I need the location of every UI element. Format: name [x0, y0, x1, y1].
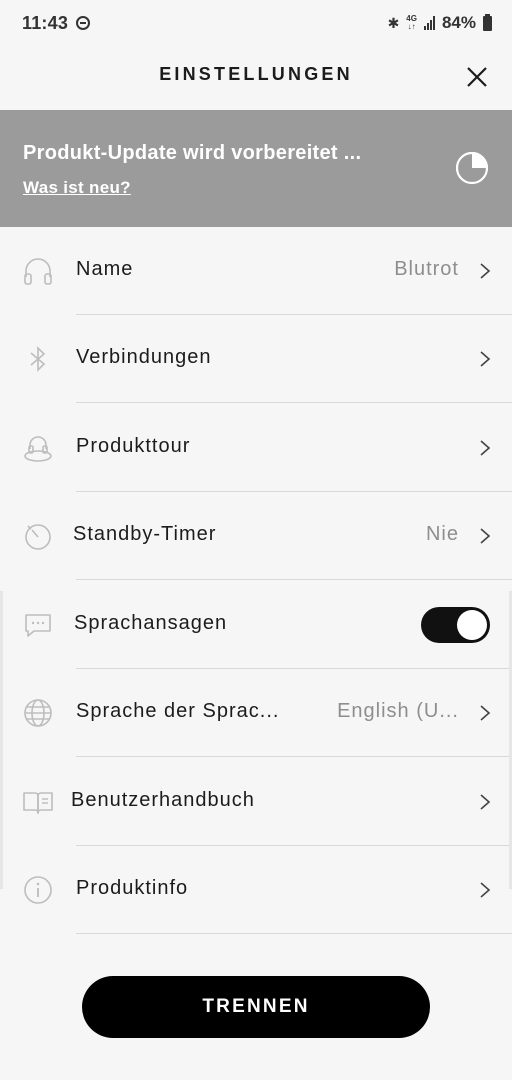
settings-item-label: Verbindungen — [76, 346, 212, 368]
divider — [76, 933, 512, 934]
status-time: 11:43 — [22, 13, 69, 33]
battery-percent: 84% — [441, 13, 476, 32]
settings-item-value: Nie — [425, 523, 459, 545]
network-type-label: 4G — [406, 14, 417, 23]
settings-item-product-tour[interactable]: Produkttour — [0, 404, 512, 492]
app-header: EINSTELLUNGEN — [0, 48, 512, 110]
status-bar: 11:43 ✱ 4G ↓↑ 84% — [0, 0, 512, 48]
settings-item-prompt-language[interactable]: Sprache der Sprac... English (U... — [0, 669, 512, 757]
disconnect-button[interactable]: TRENNEN — [82, 976, 430, 1038]
chevron-right-icon — [480, 705, 491, 721]
settings-item-name[interactable]: Name Blutrot — [0, 227, 512, 315]
chevron-right-icon — [480, 794, 491, 810]
settings-item-label: Name — [76, 258, 134, 280]
chevron-right-icon — [480, 882, 491, 898]
headphones-icon — [24, 258, 52, 285]
speech-bubble-icon — [25, 614, 51, 637]
whats-new-link[interactable]: Was ist neu? — [23, 178, 131, 198]
chevron-right-icon — [480, 263, 491, 279]
chevron-right-icon — [480, 440, 491, 456]
product-tour-icon — [24, 436, 52, 462]
battery-icon — [483, 13, 492, 31]
settings-item-standby-timer[interactable]: Standby-Timer Nie — [0, 492, 512, 580]
settings-item-value: Blutrot — [394, 258, 459, 280]
settings-item-label: Standby-Timer — [73, 523, 217, 545]
divider — [76, 579, 512, 580]
update-banner-title: Produkt-Update wird vorbereitet ... — [23, 142, 362, 164]
status-icons: ✱ 4G ↓↑ 84% — [388, 13, 492, 33]
settings-item-user-manual[interactable]: Benutzerhandbuch — [0, 758, 512, 846]
network-type: 4G ↓↑ — [406, 14, 417, 31]
settings-item-product-info[interactable]: Produktinfo — [0, 846, 512, 934]
page-title: EINSTELLUNGEN — [159, 64, 353, 84]
settings-item-label: Sprachansagen — [74, 612, 228, 634]
bluetooth-status-icon: ✱ — [387, 14, 400, 31]
info-icon — [24, 876, 52, 904]
settings-item-label: Produktinfo — [76, 877, 189, 899]
globe-icon — [24, 699, 52, 727]
divider — [76, 756, 512, 757]
update-progress-icon — [455, 151, 489, 185]
signal-icon — [423, 16, 435, 30]
settings-item-value: English (U... — [337, 700, 459, 722]
divider — [76, 402, 512, 403]
chevron-right-icon — [480, 351, 491, 367]
voice-prompts-toggle[interactable] — [421, 607, 490, 643]
chevron-right-icon — [480, 528, 491, 544]
do-not-disturb-icon — [76, 16, 90, 30]
timer-icon — [25, 524, 51, 550]
settings-item-label: Benutzerhandbuch — [71, 789, 255, 811]
bluetooth-icon — [30, 346, 46, 372]
book-icon — [23, 792, 53, 814]
settings-item-label: Sprache der Sprac... — [76, 700, 280, 722]
settings-item-voice-prompts: Sprachansagen — [0, 581, 512, 669]
update-banner: Produkt-Update wird vorbereitet ... Was … — [0, 110, 512, 227]
scroll-edge-left — [0, 591, 3, 889]
settings-item-connections[interactable]: Verbindungen — [0, 315, 512, 403]
close-icon[interactable] — [462, 62, 492, 92]
settings-item-label: Produkttour — [76, 435, 191, 457]
toggle-knob — [457, 610, 487, 640]
